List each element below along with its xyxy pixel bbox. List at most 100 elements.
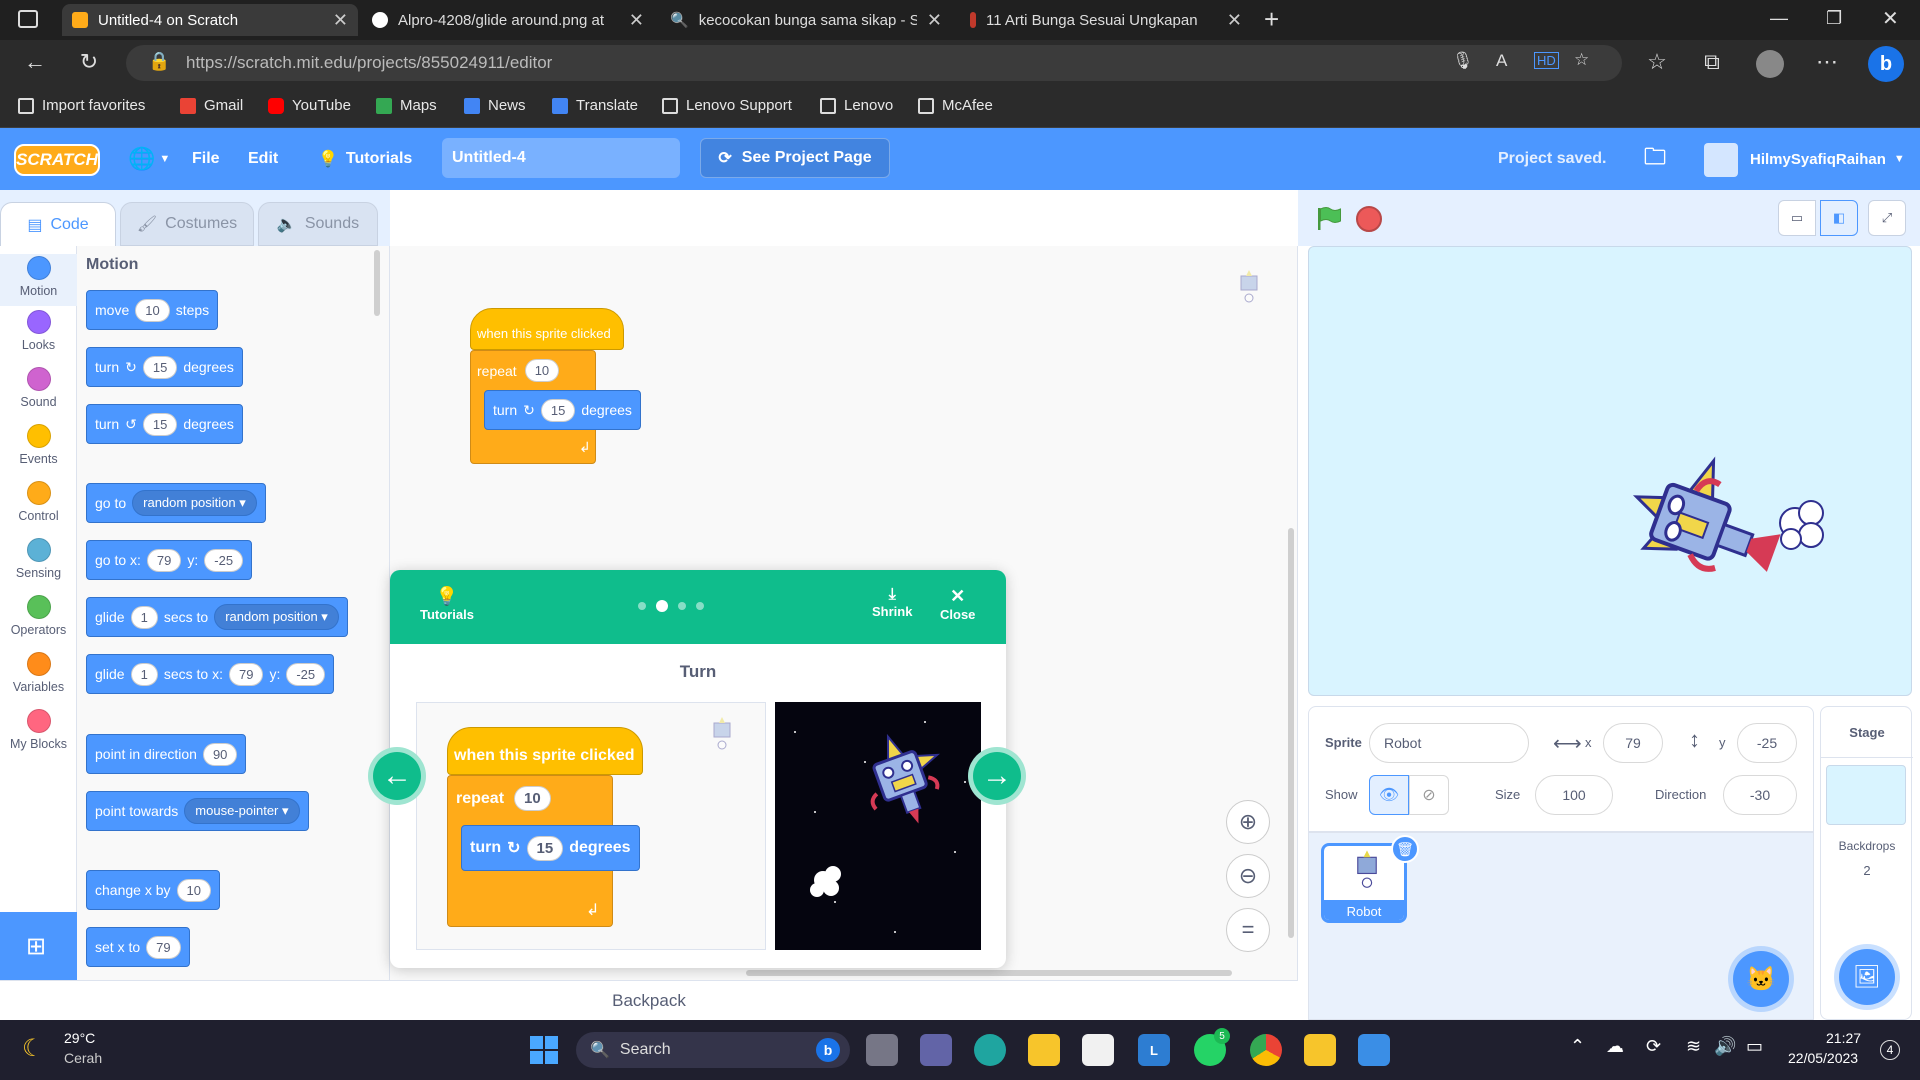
category-looks[interactable]: Looks [0,310,77,352]
browser-tab-github[interactable]: Alpro-4208/glide around.png at ✕ [362,4,654,36]
new-tab-button[interactable]: + [1264,4,1279,35]
lenovo-vantage-icon[interactable]: L [1138,1034,1170,1066]
scratch-logo[interactable]: SCRATCH [14,144,100,176]
block-input[interactable]: 79 [228,662,264,686]
reload-icon[interactable]: ↻ [74,49,104,75]
y-position-input[interactable]: -25 [1737,723,1797,763]
sprite-name-input[interactable]: Robot [1369,723,1529,763]
teams-chat-icon[interactable] [920,1034,952,1066]
bookmark-translate[interactable]: Translate [552,97,638,114]
show-visible-button[interactable]: 👁 [1369,775,1409,815]
block-point-towards[interactable]: point towards mouse-pointer ▾ [86,791,309,831]
add-sprite-button[interactable]: 🐱 [1733,951,1789,1007]
user-avatar[interactable] [1704,143,1738,177]
block-input[interactable]: -25 [204,548,244,572]
minimize-icon[interactable]: — [1770,8,1788,29]
project-title-input[interactable]: Untitled-4 [442,138,680,178]
file-explorer-icon[interactable] [1028,1034,1060,1066]
previous-step-button[interactable]: ← [368,747,426,805]
stop-icon[interactable] [1356,206,1382,232]
back-arrow-icon[interactable]: ← [20,49,50,75]
language-menu[interactable]: 🌐 ▼ [128,128,170,190]
delete-sprite-button[interactable]: 🗑 [1391,835,1419,863]
bookmark-news[interactable]: News [464,97,526,114]
zoom-reset-button[interactable]: = [1226,908,1270,952]
favorites-icon[interactable]: ☆ [1642,49,1672,75]
block-point-in-direction[interactable]: point in direction 90 [86,734,247,774]
tab-code[interactable]: ▤ Code [0,202,116,246]
block-input[interactable]: 15 [142,412,178,436]
notification-count-badge[interactable]: 4 [1880,1040,1900,1060]
workspace-horizontal-scrollbar[interactable] [746,970,1232,976]
hd-icon[interactable]: HD [1534,52,1559,69]
add-backdrop-button[interactable]: 🖼 [1839,949,1895,1005]
block-input[interactable]: 10 [176,878,211,902]
url-field[interactable]: 🔒 https://scratch.mit.edu/projects/85502… [126,45,1622,81]
bookmark-import-favorites[interactable]: Import favorites [18,97,145,114]
hat-block-when-sprite-clicked[interactable]: when this sprite clicked [470,308,624,350]
step-dot[interactable] [678,602,686,610]
microsoft-store-icon[interactable] [1082,1034,1114,1066]
restore-icon[interactable]: ❐ [1826,8,1842,29]
sync-icon[interactable]: ⟳ [1646,1036,1661,1057]
tab-actions-icon[interactable] [18,10,38,28]
bookmark-youtube[interactable]: YouTube [268,97,351,114]
stage-canvas[interactable] [1308,246,1912,696]
bookmark-lenovo[interactable]: Lenovo [820,97,893,114]
block-input[interactable]: 79 [146,548,182,572]
block-input[interactable]: 1 [130,605,158,629]
edit-menu[interactable]: Edit [248,128,278,190]
category-variables[interactable]: Variables [0,652,77,694]
cloud-icon[interactable]: ☁ [1606,1036,1624,1057]
clock-time[interactable]: 21:27 [1826,1030,1861,1046]
stage-target-panel[interactable]: Stage Backdrops 2 🖼 [1820,706,1913,1020]
direction-input[interactable]: -30 [1723,775,1797,815]
add-extension-button[interactable]: ⊞ [0,912,77,980]
go-to-dropdown[interactable]: random position ▾ [132,490,257,516]
palette-scrollbar[interactable] [374,250,380,316]
bing-icon[interactable]: b [1868,46,1904,82]
robot-sprite-icon[interactable] [1599,431,1839,621]
account-menu[interactable]: HilmySyafiqRaihan ▼ [1750,128,1905,190]
clock-date[interactable]: 22/05/2023 [1788,1050,1858,1066]
show-hidden-button[interactable]: ⊘ [1409,775,1449,815]
step-dot[interactable] [638,602,646,610]
block-go-to-xy[interactable]: go to x: 79 y: -25 [86,540,253,580]
zoom-in-button[interactable]: ⊕ [1226,800,1270,844]
workspace-vertical-scrollbar[interactable] [1288,528,1294,938]
task-view-icon[interactable] [866,1034,898,1066]
tab-costumes[interactable]: 🖌 Costumes [120,202,254,246]
block-input[interactable]: 15 [142,355,178,379]
category-sound[interactable]: Sound [0,367,77,409]
x-position-input[interactable]: 79 [1603,723,1663,763]
file-folder-icon[interactable] [1304,1034,1336,1066]
shrink-button[interactable]: ⤓ Shrink [872,586,912,619]
block-input[interactable]: 90 [202,742,238,766]
fullscreen-button[interactable]: ⤢ [1868,200,1906,236]
block-go-to[interactable]: go to random position ▾ [86,483,266,523]
block-glide-xy[interactable]: glide 1 secs to x: 79 y: -25 [86,654,335,694]
category-sensing[interactable]: Sensing [0,538,77,580]
browser-tab-bunga[interactable]: 11 Arti Bunga Sesuai Ungkapan ✕ [960,4,1252,36]
close-tab-icon[interactable]: ✕ [927,10,942,31]
step-dot[interactable] [696,602,704,610]
small-stage-button[interactable]: ▭ [1778,200,1816,236]
green-flag-icon[interactable] [1312,204,1342,234]
windows-start-icon[interactable] [530,1036,558,1064]
block-move-steps[interactable]: move 10 steps [86,290,219,330]
close-tab-icon[interactable]: ✕ [1227,10,1242,31]
weather-icon[interactable]: ☾ [22,1034,44,1063]
size-input[interactable]: 100 [1535,775,1613,815]
zoom-out-button[interactable]: ⊖ [1226,854,1270,898]
stage-backdrop-thumbnail[interactable] [1826,765,1906,825]
repeat-count-input[interactable]: 10 [524,359,560,382]
block-turn-right[interactable]: turn ↻ 15 degrees [86,347,243,387]
battery-icon[interactable]: ▭ [1746,1036,1763,1057]
bookmark-mcafee[interactable]: McAfee [918,97,993,114]
collections-icon[interactable]: ⧉ [1697,49,1727,75]
wifi-icon[interactable]: ≋ [1686,1036,1701,1057]
microphone-icon[interactable]: 🎙 [1452,51,1474,71]
backpack-bar[interactable]: Backpack [0,980,1298,1020]
category-control[interactable]: Control [0,481,77,523]
block-input[interactable]: 1 [130,662,158,686]
